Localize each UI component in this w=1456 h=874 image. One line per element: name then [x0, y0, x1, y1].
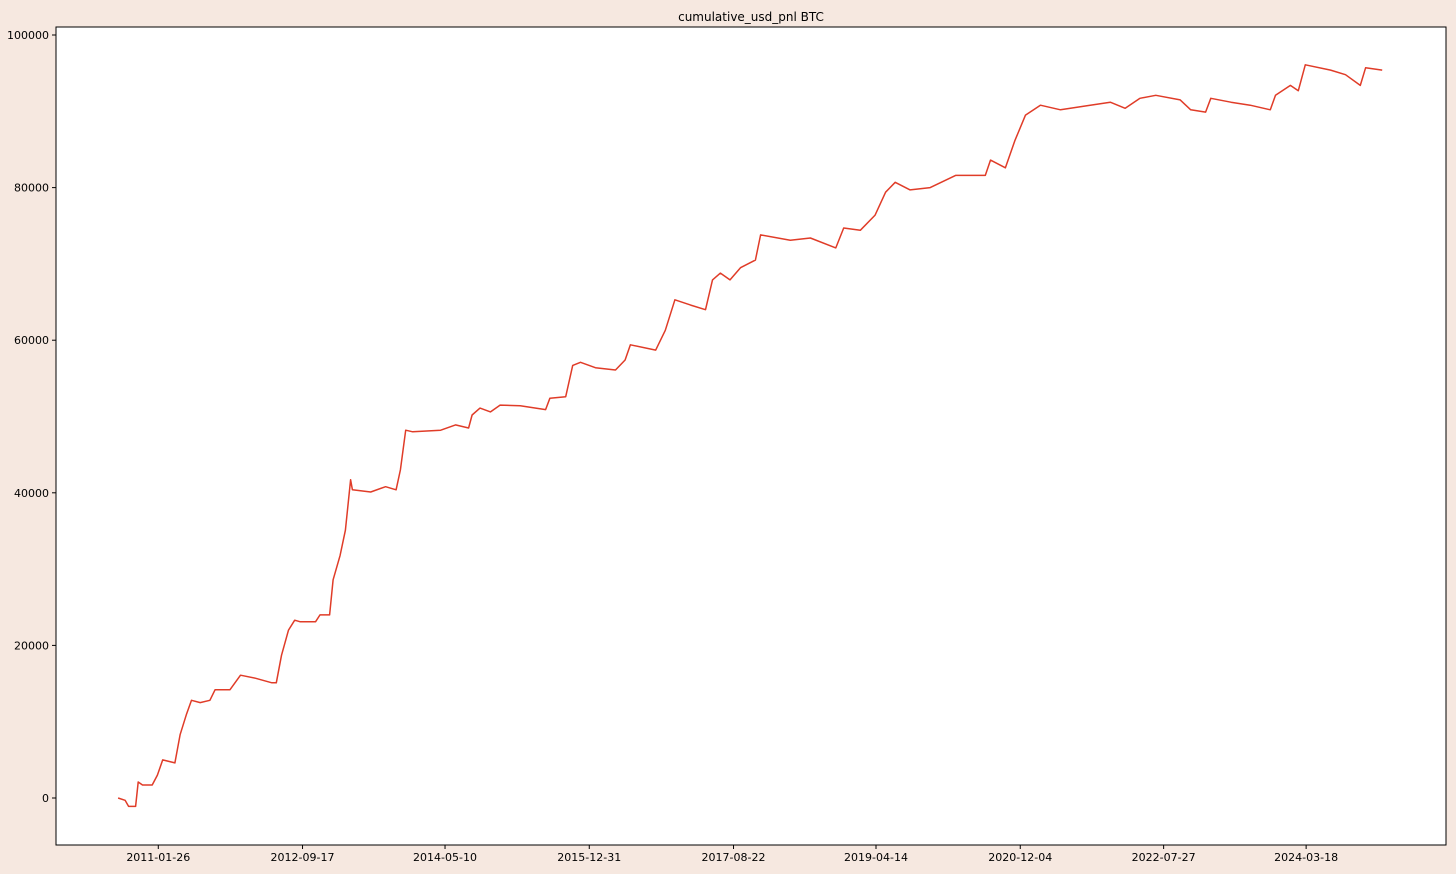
y-tick-label: 20000	[14, 639, 49, 652]
y-tick-label: 0	[42, 792, 49, 805]
x-tick-label: 2017-08-22	[702, 851, 766, 864]
chart-title: cumulative_usd_pnl BTC	[678, 10, 824, 24]
y-tick-label: 100000	[7, 29, 49, 42]
x-tick-label: 2022-07-27	[1132, 851, 1196, 864]
plot-area	[56, 27, 1446, 845]
y-tick-label: 40000	[14, 487, 49, 500]
x-tick-label: 2015-12-31	[557, 851, 621, 864]
x-tick-label: 2020-12-04	[988, 851, 1052, 864]
x-tick-label: 2014-05-10	[413, 851, 477, 864]
y-tick-label: 60000	[14, 334, 49, 347]
x-tick-label: 2024-03-18	[1274, 851, 1338, 864]
x-tick-label: 2011-01-26	[126, 851, 190, 864]
y-tick-label: 80000	[14, 182, 49, 195]
line-chart: cumulative_usd_pnl BTC 2011-01-26 2012-09…	[0, 0, 1456, 874]
x-tick-label: 2019-04-14	[844, 851, 908, 864]
x-tick-label: 2012-09-17	[271, 851, 335, 864]
